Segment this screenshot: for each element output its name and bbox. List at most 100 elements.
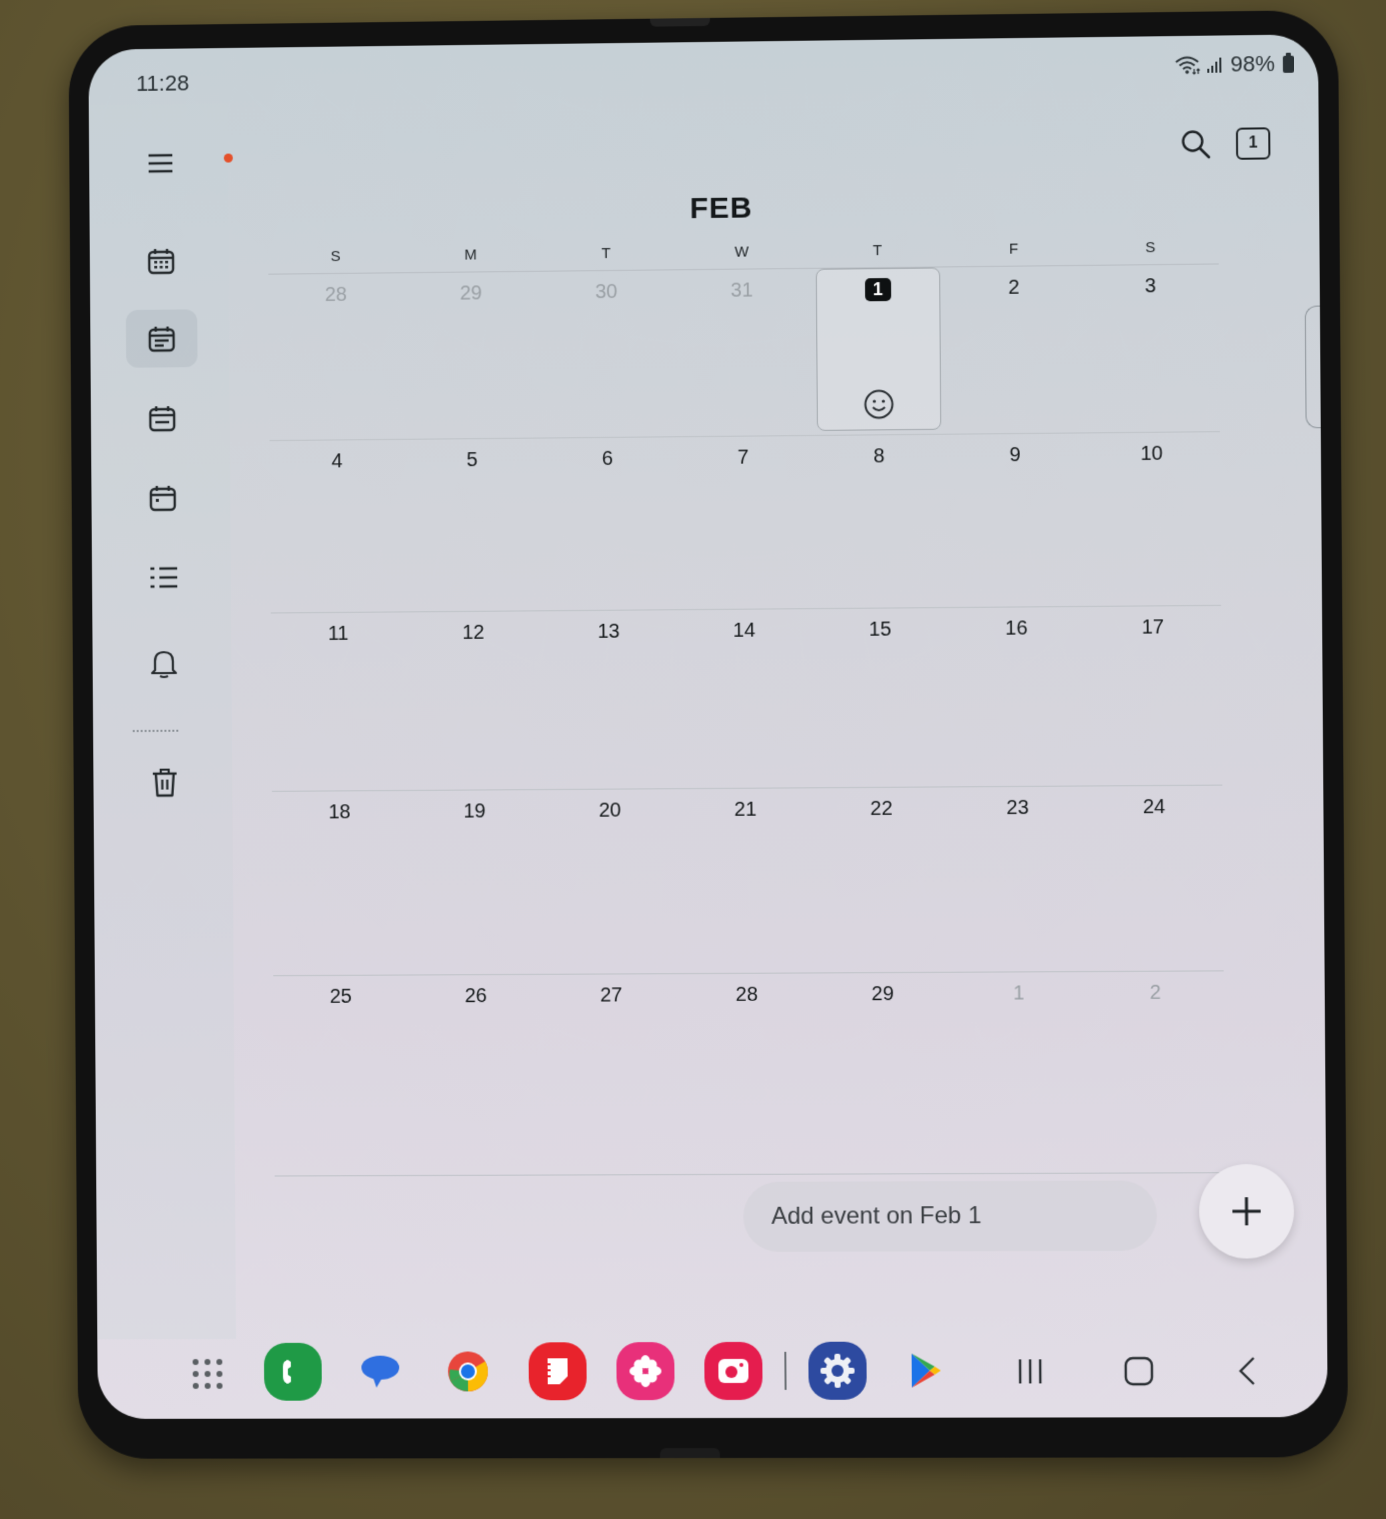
day-cell[interactable]: 16	[948, 607, 1086, 786]
day-cell[interactable]: 11	[271, 612, 407, 790]
date-number: 5	[466, 449, 478, 472]
add-event-input[interactable]: Add event on Feb 1	[743, 1180, 1158, 1252]
day-cell[interactable]: 19	[407, 790, 543, 974]
chrome-app-icon[interactable]	[439, 1342, 497, 1400]
calendar-grid: 28 29 30 31 1 2 3 4 5 6 7 8 9 10 11 12 13 14 15 16 17 18 19 20 2…	[268, 264, 1226, 1177]
day-cell[interactable]: 24	[1086, 786, 1224, 971]
add-event-placeholder: Add event on Feb 1	[771, 1202, 982, 1230]
play-store-app-icon[interactable]	[896, 1341, 955, 1399]
day-cell[interactable]: 1	[951, 972, 1089, 1173]
all-apps-button[interactable]	[192, 1358, 223, 1389]
day-cell[interactable]: 29	[815, 973, 952, 1174]
battery-icon	[1282, 55, 1295, 73]
day-cell[interactable]: 15	[812, 608, 949, 787]
day-cell-selected[interactable]: 1	[810, 267, 947, 435]
day-cell[interactable]: 17	[1084, 606, 1222, 786]
status-time: 11:28	[136, 70, 190, 96]
tablet-device: 11:28 98% 1 FEB S M T W T F S 28 29 30 3…	[68, 9, 1349, 1459]
day-cell[interactable]: 26	[408, 975, 545, 1175]
day-cell[interactable]: 28	[268, 273, 404, 440]
day-cell[interactable]: 14	[676, 609, 813, 788]
top-actions: 1	[1179, 127, 1271, 161]
sidebar-item-reminders[interactable]	[128, 634, 200, 692]
day-cell[interactable]: 12	[406, 611, 542, 790]
recents-icon	[1015, 1357, 1045, 1385]
day-cell[interactable]: 8	[811, 435, 948, 608]
day-cell[interactable]: 20	[542, 789, 679, 974]
date-number: 3	[1144, 275, 1157, 298]
day-cell[interactable]: 3	[1082, 264, 1220, 432]
day-cell[interactable]: 27	[543, 974, 680, 1174]
edge-panel-handle[interactable]	[1304, 305, 1321, 429]
recents-button[interactable]	[1005, 1349, 1056, 1393]
sidebar	[88, 103, 237, 1340]
sidebar-item-trash[interactable]	[129, 753, 201, 811]
day-cell[interactable]: 21	[678, 788, 815, 973]
day-cell[interactable]: 13	[541, 610, 678, 789]
date-number: 7	[737, 446, 749, 469]
sidebar-item-day-view[interactable]	[126, 389, 198, 447]
phone-app-icon[interactable]	[263, 1342, 322, 1401]
date-number: 12	[462, 621, 485, 644]
weekday-label: S	[1145, 239, 1156, 257]
day-cell[interactable]: 18	[272, 791, 408, 975]
day-cell[interactable]: 10	[1083, 432, 1221, 606]
day-cell[interactable]: 9	[947, 433, 1085, 607]
add-event-button[interactable]	[1198, 1163, 1295, 1259]
week-row: 11 12 13 14 15 16 17	[270, 605, 1223, 792]
day-cell[interactable]: 2	[946, 266, 1084, 434]
notes-app-icon[interactable]	[528, 1342, 587, 1401]
date-number: 17	[1141, 616, 1165, 639]
messages-app-icon[interactable]	[351, 1343, 409, 1401]
date-number: 15	[868, 618, 892, 641]
plus-icon	[1229, 1194, 1264, 1228]
settings-app-icon[interactable]	[808, 1341, 867, 1400]
sidebar-item-list-view[interactable]	[127, 548, 199, 606]
home-button[interactable]	[1114, 1349, 1165, 1393]
back-icon	[1237, 1356, 1257, 1386]
notification-dot	[223, 153, 233, 163]
list-icon	[147, 563, 179, 591]
menu-button[interactable]	[125, 134, 233, 193]
dock-divider	[784, 1351, 787, 1390]
date-number: 8	[873, 445, 885, 468]
date-number: 25	[329, 985, 352, 1008]
day-cell[interactable]: 25	[273, 976, 409, 1176]
day-cell[interactable]: 30	[538, 270, 675, 437]
camera-app-icon[interactable]	[704, 1341, 763, 1401]
day-cell[interactable]: 7	[675, 436, 812, 609]
day-cell[interactable]: 28	[679, 973, 816, 1174]
back-button[interactable]	[1222, 1349, 1273, 1393]
trash-icon	[150, 766, 180, 800]
date-number: 23	[1006, 796, 1029, 820]
search-icon[interactable]	[1179, 128, 1211, 161]
day-cell[interactable]: 23	[949, 786, 1087, 971]
date-number: 26	[464, 985, 487, 1008]
date-number: 13	[597, 620, 620, 643]
day-cell[interactable]: 6	[540, 437, 677, 610]
date-number: 19	[463, 800, 486, 823]
day-cell[interactable]: 2	[1087, 971, 1225, 1172]
status-icons: 98%	[1174, 51, 1295, 79]
bell-icon	[149, 647, 179, 679]
signal-icon	[1207, 57, 1222, 73]
sidebar-item-agenda-view[interactable]	[127, 469, 199, 527]
home-icon	[1124, 1356, 1154, 1386]
sidebar-item-week-view[interactable]	[125, 309, 198, 368]
calendar-day-icon	[147, 403, 177, 433]
screen: 11:28 98% 1 FEB S M T W T F S 28 29 30 3…	[88, 34, 1328, 1419]
gallery-app-icon[interactable]	[616, 1342, 675, 1401]
day-cell[interactable]: 31	[674, 269, 811, 436]
calendar-dot-icon	[148, 483, 178, 513]
day-cell[interactable]: 29	[403, 272, 539, 439]
date-number: 30	[595, 280, 618, 304]
day-cell[interactable]: 5	[404, 439, 540, 612]
date-number: 16	[1005, 617, 1028, 640]
sidebar-item-month-view[interactable]	[125, 232, 197, 291]
status-bar: 11:28 98%	[88, 34, 1318, 105]
date-number: 28	[324, 283, 348, 306]
date-number: 29	[459, 282, 483, 305]
today-button[interactable]: 1	[1235, 127, 1271, 160]
day-cell[interactable]: 22	[813, 787, 950, 972]
day-cell[interactable]: 4	[270, 440, 406, 613]
